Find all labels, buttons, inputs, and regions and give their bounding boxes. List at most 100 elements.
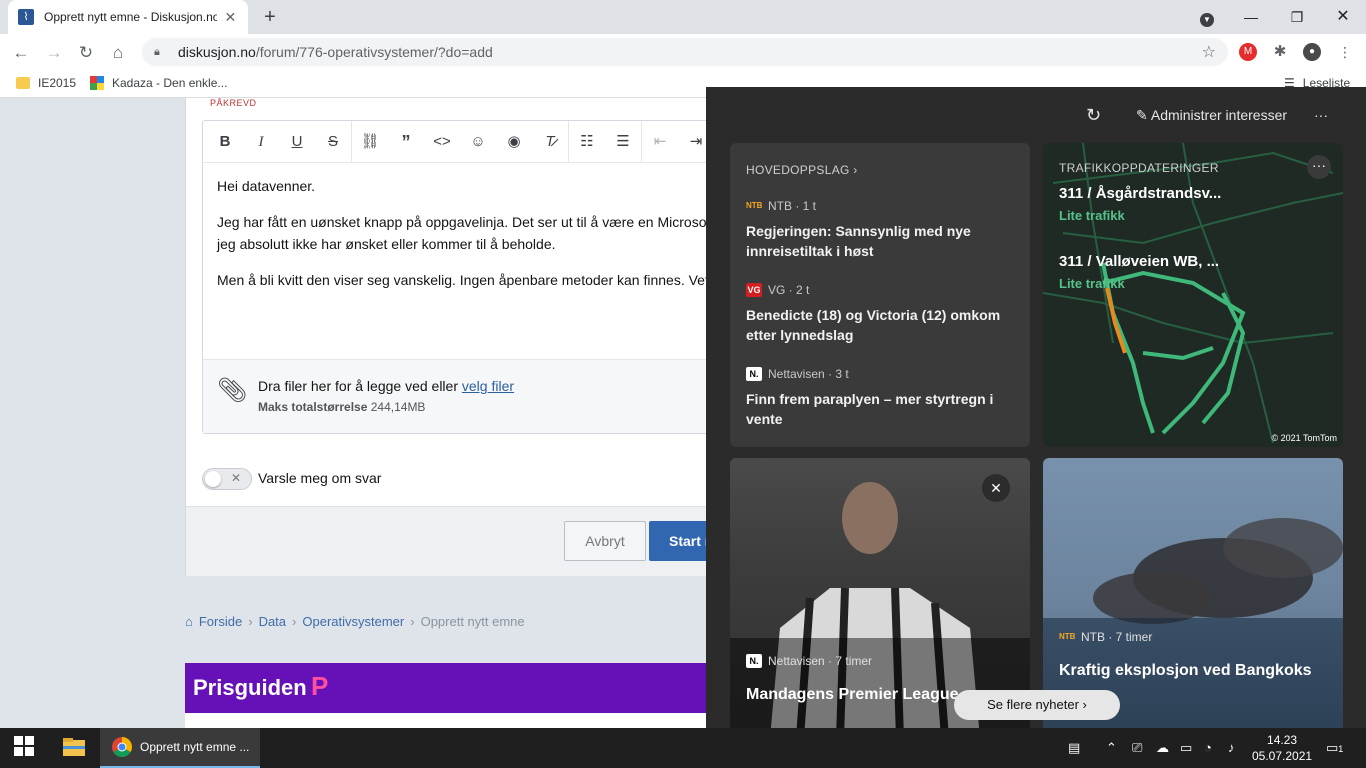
- show-hidden-icons[interactable]: ⌃: [1106, 740, 1117, 756]
- max-size-label: Maks totalstørrelse: [258, 400, 368, 414]
- italic-icon[interactable]: I: [243, 121, 279, 163]
- quote-icon[interactable]: ”: [388, 121, 424, 163]
- choose-files-link[interactable]: velg filer: [462, 378, 514, 394]
- clock-time: 14.23: [1267, 733, 1298, 747]
- route-name: 311 / Valløveien WB, ...: [1059, 253, 1220, 270]
- breadcrumb-forside[interactable]: Forside: [199, 614, 242, 629]
- refresh-icon[interactable]: ↻: [1086, 105, 1101, 126]
- tab-title: Opprett nytt emne - Diskusjon.no: [44, 10, 217, 24]
- paperclip-icon: 📎︎: [217, 377, 248, 404]
- clear-format-icon[interactable]: T̷: [532, 121, 568, 163]
- cancel-button[interactable]: Avbryt: [564, 521, 646, 561]
- bookmark-star-icon[interactable]: ☆: [1202, 42, 1216, 62]
- route-status: Lite trafikk: [1059, 276, 1125, 291]
- bold-icon[interactable]: B: [207, 121, 243, 163]
- editor-text-area[interactable]: Hei datavenner. Jeg har fått en uønsket …: [203, 163, 731, 359]
- extension-m-icon[interactable]: M: [1239, 43, 1257, 61]
- bookmark-kadaza[interactable]: Kadaza - Den enkle...: [90, 76, 227, 90]
- editor-paragraph: jeg absolutt ikke har ønsket eller komme…: [217, 236, 556, 252]
- home-icon: ⌂: [185, 614, 193, 629]
- news-widget-icon[interactable]: ▤: [1068, 740, 1080, 756]
- traffic-label: TRAFIKKOPPDATERINGER: [1059, 161, 1219, 175]
- more-options-icon[interactable]: ···: [1314, 107, 1328, 123]
- photo-story-card[interactable]: NTB NTB · 7 timer Kraftig eksplosjon ved…: [1043, 458, 1343, 728]
- photo-story-card[interactable]: ✕ N. Nettavisen · 7 timer Mandagens Prem…: [730, 458, 1030, 728]
- nettavisen-logo-icon: N.: [746, 367, 762, 381]
- bullet-list-icon[interactable]: ☷: [569, 121, 605, 163]
- attach-text: Dra filer her for å legge ved eller: [258, 378, 458, 394]
- minimize-button[interactable]: —: [1236, 4, 1266, 30]
- code-icon[interactable]: <>: [424, 121, 460, 163]
- close-window-button[interactable]: ✕: [1328, 4, 1358, 30]
- manage-interests-button[interactable]: ✎ Administrer interesser: [1136, 107, 1287, 124]
- prisguiden-banner[interactable]: Prisguiden P: [185, 663, 715, 713]
- top-stories-label[interactable]: HOVEDOPPSLAG ›: [746, 163, 858, 177]
- file-explorer-icon[interactable]: [62, 736, 86, 760]
- top-stories-card[interactable]: HOVEDOPPSLAG › NTB NTB · 1 t Regjeringen:…: [730, 143, 1030, 447]
- wifi-icon[interactable]: ◔: [1204, 740, 1212, 755]
- news-and-interests-flyout: ↻ ✎ Administrer interesser ··· HOVEDOPPS…: [706, 87, 1366, 728]
- bookmark-label: IE2015: [38, 76, 77, 90]
- bookmark-ie2015[interactable]: IE2015: [16, 76, 76, 90]
- taskbar-app-label: Opprett nytt emne ...: [140, 740, 250, 754]
- strikethrough-icon[interactable]: S: [315, 121, 351, 163]
- new-tab-button[interactable]: +: [258, 5, 282, 29]
- prisguiden-brand: Prisguiden: [193, 675, 307, 700]
- extensions-puzzle-icon[interactable]: ✱: [1271, 43, 1289, 61]
- story-item[interactable]: VG VG · 2 t Benedicte (18) og Victoria (1…: [746, 283, 1016, 345]
- windows-start-icon[interactable]: [14, 736, 38, 760]
- meet-now-icon[interactable]: ⎚: [1132, 740, 1142, 756]
- tab-close-icon[interactable]: ✕: [223, 9, 238, 26]
- rich-text-editor: B I U S ⛓ ” <> ☺ ◉ T̷ ☷ ☰ ⇤ ⇥ Hei datave…: [202, 120, 732, 434]
- underline-icon[interactable]: U: [279, 121, 315, 163]
- card-more-icon[interactable]: ···: [1307, 155, 1331, 179]
- spoiler-eye-icon[interactable]: ◉: [496, 121, 532, 163]
- notification-count: 1: [1338, 744, 1344, 754]
- battery-icon[interactable]: ▭: [1180, 740, 1192, 756]
- editor-paragraph: Men å bli kvitt den viser seg vanskelig.…: [217, 272, 709, 288]
- story-source: N. Nettavisen · 7 timer: [746, 654, 872, 668]
- chrome-menu-icon[interactable]: ⋮: [1336, 43, 1354, 61]
- system-clock[interactable]: 14.23 05.07.2021: [1252, 732, 1312, 764]
- link-icon[interactable]: ⛓: [352, 121, 388, 163]
- avatar[interactable]: ●: [1303, 43, 1321, 61]
- windows-taskbar: Opprett nytt emne ... ▤ ⌃ ⎚ ☁ ▭ ◔ ♪ 14.2…: [0, 728, 1366, 768]
- outdent-icon[interactable]: ⇤: [642, 121, 678, 163]
- browser-tab[interactable]: ⌇ Opprett nytt emne - Diskusjon.no ✕: [8, 0, 248, 34]
- chrome-icon: [112, 737, 132, 757]
- max-size-value: 244,14MB: [370, 400, 426, 414]
- kadaza-icon: [90, 76, 104, 90]
- notification-center-icon[interactable]: ▭1: [1326, 740, 1343, 756]
- taskbar-chrome-app[interactable]: Opprett nytt emne ...: [100, 728, 260, 768]
- story-title: Finn frem paraplyen – mer styrtregn i ve…: [746, 391, 994, 427]
- emoji-icon[interactable]: ☺: [460, 121, 496, 163]
- back-icon[interactable]: ←: [8, 40, 34, 66]
- notify-toggle[interactable]: ✕: [202, 468, 252, 490]
- numbered-list-icon[interactable]: ☰: [605, 121, 641, 163]
- ntb-logo-icon: NTB: [1059, 632, 1076, 641]
- maximize-button[interactable]: ❐: [1282, 4, 1312, 30]
- notify-label: Varsle meg om svar: [258, 470, 382, 486]
- story-item[interactable]: NTB NTB · 1 t Regjeringen: Sannsynlig med…: [746, 199, 1016, 261]
- breadcrumb-data[interactable]: Data: [259, 614, 286, 629]
- close-card-icon[interactable]: ✕: [982, 474, 1010, 502]
- bookmark-label: Kadaza - Den enkle...: [112, 76, 228, 90]
- traffic-card[interactable]: TRAFIKKOPPDATERINGER ··· 311 / Åsgårdstr…: [1043, 143, 1343, 447]
- profile-menu-icon[interactable]: ▼: [1192, 4, 1222, 30]
- breadcrumb-current: Opprett nytt emne: [420, 614, 525, 629]
- attachment-dropzone[interactable]: 📎︎ Dra filer her for å legge ved eller v…: [203, 359, 731, 433]
- breadcrumb-operativsystemer[interactable]: Operativsystemer: [302, 614, 404, 629]
- reload-icon[interactable]: ↻: [73, 40, 99, 66]
- story-title: Benedicte (18) og Victoria (12) omkom et…: [746, 307, 1001, 343]
- tab-strip: ⌇ Opprett nytt emne - Diskusjon.no ✕ + ▼…: [0, 0, 1366, 34]
- onedrive-icon[interactable]: ☁: [1156, 740, 1169, 756]
- address-bar[interactable]: 🔒︎ diskusjon.no/forum/776-operativsystem…: [142, 38, 1228, 66]
- forward-icon[interactable]: →: [41, 40, 67, 66]
- route-status: Lite trafikk: [1059, 208, 1125, 223]
- volume-icon[interactable]: ♪: [1228, 740, 1235, 755]
- story-item[interactable]: N. Nettavisen · 3 t Finn frem paraplyen –…: [746, 367, 1016, 429]
- home-icon[interactable]: ⌂: [105, 40, 131, 66]
- see-more-news-button[interactable]: Se flere nyheter ›: [954, 690, 1120, 720]
- nettavisen-logo-icon: N.: [746, 654, 762, 668]
- story-title: Kraftig eksplosjon ved Bangkoks: [1059, 662, 1312, 679]
